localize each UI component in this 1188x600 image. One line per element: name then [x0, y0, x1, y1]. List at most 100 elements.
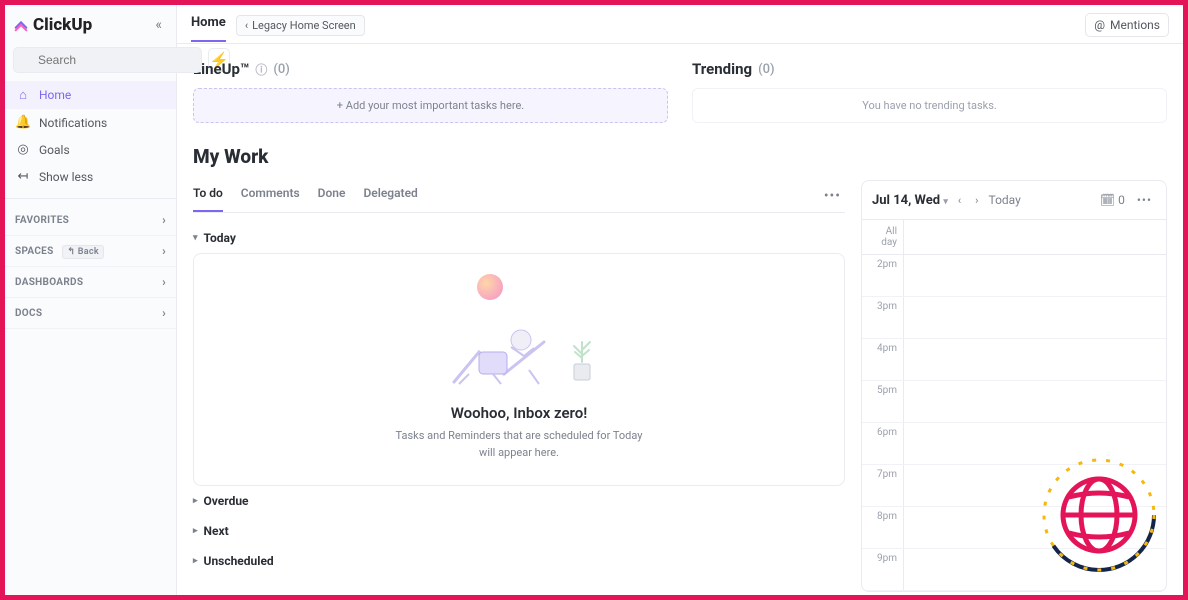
hour-label: 3pm [862, 297, 904, 338]
sidebar-item-show-less[interactable]: ↤ Show less [5, 163, 176, 190]
calendar-hour-row: 3pm [862, 297, 1166, 339]
calendar-allday-row: All day [862, 220, 1166, 255]
calendar-icon: 🗓 [1100, 193, 1115, 207]
sidebar-item-label: Goals [39, 143, 70, 157]
sidebar-section-dashboards[interactable]: Dashboards › [5, 267, 176, 298]
hour-label: 6pm [862, 423, 904, 464]
hour-label: 4pm [862, 339, 904, 380]
calendar-date-picker[interactable]: Jul 14, Wed ▾ [872, 193, 948, 208]
mywork-more-icon[interactable]: ••• [820, 184, 845, 208]
tab-delegated[interactable]: Delegated [363, 180, 417, 212]
triangle-down-icon: ▾ [193, 233, 198, 243]
group-next[interactable]: ▸ Next [193, 516, 845, 546]
group-overdue[interactable]: ▸ Overdue [193, 486, 845, 516]
group-today[interactable]: ▾ Today [193, 223, 845, 253]
mentions-label: Mentions [1110, 18, 1160, 32]
mywork-tabs-row: To do Comments Done Delegated ••• [193, 180, 845, 213]
calendar-slot[interactable] [904, 339, 1166, 380]
group-label: Overdue [204, 494, 249, 508]
sun-icon [477, 274, 503, 300]
chevron-down-icon: ▾ [943, 197, 948, 207]
hour-label: 5pm [862, 381, 904, 422]
calendar-today-button[interactable]: Today [988, 193, 1020, 207]
app-logo[interactable]: ClickUp [13, 15, 92, 35]
sidebar-section-spaces[interactable]: Spaces ↰ Back › [5, 236, 176, 267]
trending-count: (0) [758, 62, 774, 77]
empty-heading: Woohoo, Inbox zero! [451, 404, 588, 422]
calendar-slot[interactable] [904, 423, 1166, 464]
sidebar-item-home[interactable]: ⌂ Home [5, 81, 176, 109]
calendar-header: Jul 14, Wed ▾ ‹ › Today 🗓 0 [862, 181, 1166, 220]
mywork-title: My Work [193, 145, 1167, 168]
chevron-right-icon: › [162, 244, 166, 258]
trending-title: Trending [692, 60, 752, 78]
triangle-right-icon: ▸ [193, 526, 198, 536]
calendar-slot[interactable] [904, 297, 1166, 338]
mywork-row: To do Comments Done Delegated ••• ▾ Toda… [193, 180, 1167, 592]
lineup-dropzone[interactable]: Add your most important tasks here. [193, 88, 668, 123]
section-text: Spaces [15, 246, 54, 257]
sidebar-section-favorites[interactable]: Favorites › [5, 205, 176, 236]
trending-empty: You have no trending tasks. [692, 88, 1167, 123]
back-badge[interactable]: ↰ Back [62, 245, 104, 259]
triangle-right-icon: ▸ [193, 496, 198, 506]
group-label: Today [204, 231, 236, 245]
calendar-slot[interactable] [904, 507, 1166, 548]
content: LineUp™ ⓘ (0) Add your most important ta… [177, 44, 1183, 595]
sidebar-search-row: ⌕ ⚡ [5, 47, 168, 73]
sidebar-item-notifications[interactable]: 🔔 Notifications [5, 109, 176, 136]
sidebar-header: ClickUp « [5, 5, 176, 43]
calendar-slot[interactable] [904, 465, 1166, 506]
calendar-slot[interactable] [904, 381, 1166, 422]
empty-illustration [439, 274, 599, 394]
legacy-home-button[interactable]: ‹ Legacy Home Screen [236, 15, 365, 36]
info-icon[interactable]: ⓘ [255, 61, 267, 78]
calendar-hour-row: 4pm [862, 339, 1166, 381]
chevron-left-icon: ‹ [245, 19, 248, 32]
hour-label: 7pm [862, 465, 904, 506]
sidebar: ClickUp « ⌕ ⚡ ⌂ Home 🔔 Notifications [5, 5, 177, 595]
mentions-button[interactable]: @ Mentions [1085, 13, 1169, 37]
calendar-next-icon[interactable]: › [971, 192, 982, 209]
lounge-chair-icon [449, 312, 569, 392]
sidebar-item-label: Notifications [39, 116, 107, 130]
main: Home ‹ Legacy Home Screen @ Mentions Lin… [177, 5, 1183, 595]
calendar-more-icon[interactable]: ••• [1133, 189, 1156, 211]
calendar-prev-icon[interactable]: ‹ [954, 192, 965, 209]
sidebar-item-label: Show less [39, 170, 93, 184]
sidebar-item-goals[interactable]: ◎ Goals [5, 136, 176, 163]
calendar-slot[interactable] [904, 255, 1166, 296]
collapse-up-icon: ↤ [15, 169, 31, 184]
tab-comments[interactable]: Comments [241, 180, 300, 212]
app-root: ClickUp « ⌕ ⚡ ⌂ Home 🔔 Notifications [5, 5, 1183, 595]
calendar-hour-row: 9pm [862, 549, 1166, 591]
allday-body-cell[interactable] [904, 220, 1166, 254]
group-label: Unscheduled [204, 554, 274, 568]
chevron-right-icon: › [162, 275, 166, 289]
sidebar-section-label: Docs [15, 308, 42, 319]
hour-label: 9pm [862, 549, 904, 590]
calendar-slot[interactable] [904, 549, 1166, 590]
sidebar-item-label: Home [39, 88, 71, 102]
tab-todo[interactable]: To do [193, 180, 223, 212]
calendar-panel: Jul 14, Wed ▾ ‹ › Today 🗓 0 [861, 180, 1167, 592]
search-input[interactable] [13, 47, 202, 73]
group-unscheduled[interactable]: ▸ Unscheduled [193, 546, 845, 576]
mywork-tabs: To do Comments Done Delegated [193, 180, 418, 212]
trending-title-row: Trending (0) [692, 60, 1167, 78]
empty-subtext: Tasks and Reminders that are scheduled f… [389, 428, 649, 461]
sidebar-collapse-icon[interactable]: « [151, 13, 166, 37]
calendar-count-badge[interactable]: 🗓 0 [1100, 193, 1125, 207]
tab-done[interactable]: Done [318, 180, 346, 212]
sidebar-section-label: Spaces ↰ Back [15, 246, 104, 257]
divider [5, 198, 176, 199]
topbar-left: Home ‹ Legacy Home Screen [191, 15, 365, 42]
breadcrumb-home[interactable]: Home [191, 15, 226, 42]
chevron-right-icon: › [162, 306, 166, 320]
sidebar-section-docs[interactable]: Docs › [5, 298, 176, 329]
chevron-right-icon: › [162, 213, 166, 227]
topbar: Home ‹ Legacy Home Screen @ Mentions [177, 5, 1183, 44]
hour-label: 8pm [862, 507, 904, 548]
calendar-date-nav: Jul 14, Wed ▾ ‹ › Today [872, 192, 1021, 209]
trending-block: Trending (0) You have no trending tasks. [692, 60, 1167, 123]
